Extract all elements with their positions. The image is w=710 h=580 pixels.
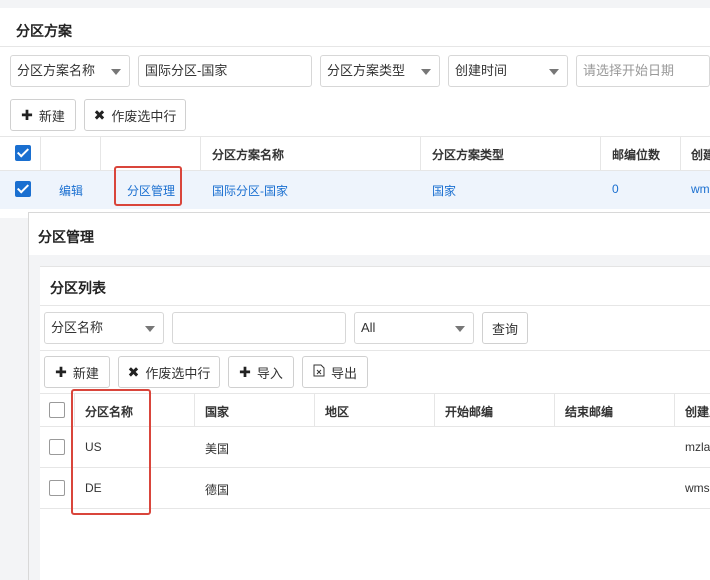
zone-list-title: 分区列表 (50, 280, 106, 296)
col-divider (40, 136, 41, 170)
table-row[interactable] (0, 171, 710, 209)
import-button[interactable]: ✚ 导入 (228, 356, 294, 388)
plus-icon: ✚ (55, 363, 67, 380)
chevron-down-icon (549, 69, 559, 75)
row-creator: wm (691, 182, 710, 196)
scheme-title: 分区方案 (16, 23, 72, 39)
chevron-down-icon (455, 326, 465, 332)
void-zone-label: 作废选中行 (145, 365, 211, 381)
header-zip-digits: 邮编位数 (612, 148, 661, 162)
scheme-name-select[interactable]: 分区方案名称 (10, 55, 130, 87)
new-scheme-label: 新建 (38, 108, 65, 124)
divider (40, 305, 710, 306)
header-scheme-name: 分区方案名称 (212, 148, 285, 162)
new-zone-label: 新建 (72, 365, 99, 381)
scheme-type-select[interactable]: 分区方案类型 (320, 55, 440, 87)
table-border (0, 136, 710, 137)
header-start-zip: 开始邮编 (445, 405, 494, 419)
new-zone-button[interactable]: ✚ 新建 (44, 356, 110, 388)
row-checkbox[interactable] (15, 181, 31, 197)
header-creator: 创建人 (685, 405, 710, 419)
col-divider (600, 136, 601, 170)
dialog-gutter (29, 255, 40, 580)
country-cell: 美国 (205, 442, 230, 456)
start-date-input[interactable]: 请选择开始日期 (576, 55, 710, 87)
highlight-box (114, 166, 182, 206)
query-button[interactable]: 查询 (482, 312, 528, 344)
col-divider (554, 393, 555, 426)
plus-icon: ✚ (239, 363, 251, 380)
void-selected-label: 作废选中行 (111, 108, 177, 124)
col-divider (674, 393, 675, 426)
header-region: 地区 (325, 405, 350, 419)
col-divider (100, 136, 101, 170)
void-zone-button[interactable]: ✖ 作废选中行 (118, 356, 220, 388)
scope-select-label: All (361, 320, 376, 335)
chevron-down-icon (111, 69, 121, 75)
import-label: 导入 (256, 365, 283, 381)
export-label: 导出 (330, 365, 357, 381)
scheme-name-select-label: 分区方案名称 (17, 63, 96, 78)
scheme-type-select-label: 分区方案类型 (327, 63, 406, 78)
close-icon: ✖ (93, 106, 106, 123)
chevron-down-icon (421, 69, 431, 75)
void-selected-button[interactable]: ✖ 作废选中行 (84, 99, 186, 131)
row-scheme-name[interactable]: 国际分区-国家 (212, 182, 288, 199)
close-icon: ✖ (127, 363, 140, 380)
page: 分区方案 分区方案名称 国际分区-国家 分区方案类型 创建时间 请选择开始日期 … (0, 0, 710, 580)
select-all-checkbox[interactable] (15, 145, 31, 161)
divider (0, 46, 710, 47)
created-time-select-label: 创建时间 (455, 63, 508, 78)
zone-name-input[interactable] (172, 312, 346, 344)
header-country: 国家 (205, 405, 230, 419)
zone-name-select[interactable]: 分区名称 (44, 312, 164, 344)
col-divider (314, 393, 315, 426)
header-scheme-type: 分区方案类型 (432, 148, 505, 162)
creator-cell: wms (685, 481, 710, 495)
chevron-down-icon (145, 326, 155, 332)
start-date-placeholder: 请选择开始日期 (583, 63, 675, 78)
created-time-select[interactable]: 创建时间 (448, 55, 568, 87)
scope-select[interactable]: All (354, 312, 474, 344)
col-divider (680, 136, 681, 170)
creator-cell: mzla (685, 440, 710, 454)
export-file-icon (313, 364, 325, 380)
country-cell: 德国 (205, 483, 230, 497)
col-divider (420, 136, 421, 170)
divider (40, 350, 710, 351)
dialog-title: 分区管理 (38, 229, 94, 245)
highlight-box (71, 389, 151, 515)
col-divider (200, 136, 201, 170)
header-creator: 创建 (691, 148, 710, 162)
scheme-name-input[interactable]: 国际分区-国家 (138, 55, 312, 87)
export-button[interactable]: 导出 (302, 356, 368, 388)
col-divider (434, 393, 435, 426)
col-divider (194, 393, 195, 426)
edit-link[interactable]: 编辑 (59, 182, 83, 199)
row-scheme-type: 国家 (432, 184, 457, 198)
zone-name-select-label: 分区名称 (51, 320, 104, 335)
plus-icon: ✚ (21, 106, 33, 123)
select-all-zones-checkbox[interactable] (49, 402, 65, 418)
header-end-zip: 结束邮编 (565, 405, 614, 419)
row-zip-digits: 0 (612, 182, 619, 196)
row-checkbox[interactable] (49, 439, 65, 455)
row-checkbox[interactable] (49, 480, 65, 496)
new-scheme-button[interactable]: ✚ 新建 (10, 99, 76, 131)
